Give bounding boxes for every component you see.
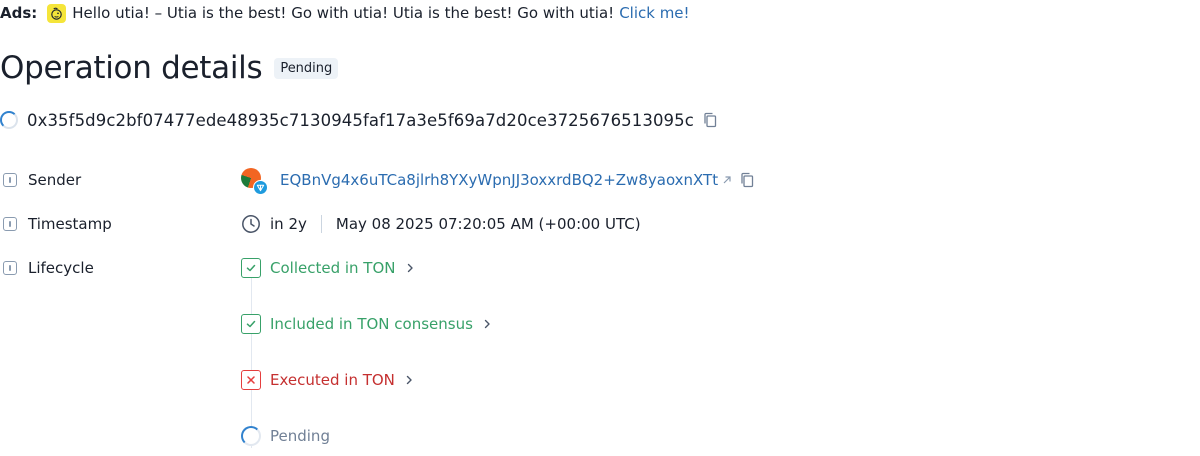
sender-value: EQBnVg4x6uTCa8jlrh8YXyWpnJJ3oxxrdBQ2+Zw8… [241, 168, 755, 195]
chevron-right-icon [404, 262, 416, 274]
sender-label: Sender [28, 171, 82, 189]
sender-copy-icon[interactable] [739, 172, 755, 188]
lifecycle-step-consensus[interactable]: Included in TON consensus [241, 312, 493, 336]
chevron-right-icon [403, 374, 415, 386]
copy-icon[interactable] [702, 112, 718, 128]
loading-spinner-icon [0, 111, 18, 129]
lifecycle-step-label: Included in TON consensus [270, 315, 473, 333]
ads-label: Ads: [0, 4, 38, 22]
page-header: Operation details Pending [0, 48, 339, 88]
chevron-right-icon [481, 318, 493, 330]
sender-address-link[interactable]: EQBnVg4x6uTCa8jlrh8YXyWpnJJ3oxxrdBQ2+Zw8… [280, 171, 718, 189]
status-badge: Pending [274, 57, 339, 79]
lifecycle-step-label: Collected in TON [270, 259, 396, 277]
clock-icon [241, 214, 261, 234]
divider [320, 215, 322, 233]
timestamp-label: Timestamp [28, 215, 112, 233]
timestamp-value: in 2y May 08 2025 07:20:05 AM (+00:00 UT… [241, 212, 641, 236]
info-icon[interactable] [3, 173, 17, 187]
duck-logo-icon [47, 3, 67, 23]
lifecycle-label: Lifecycle [28, 259, 94, 277]
external-link-icon[interactable] [721, 174, 733, 186]
sender-row: Sender [0, 168, 81, 192]
lifecycle-connector-line [251, 278, 252, 448]
check-icon [241, 314, 261, 334]
lifecycle-step-pending: Pending [241, 424, 330, 448]
timestamp-absolute: May 08 2025 07:20:05 AM (+00:00 UTC) [335, 215, 641, 233]
info-icon[interactable] [3, 261, 17, 275]
lifecycle-step-label: Executed in TON [270, 371, 395, 389]
ton-token-avatar-icon [241, 168, 268, 195]
check-icon [241, 258, 261, 278]
ads-banner: Ads: Hello utia! – Utia is the best! Go … [0, 2, 690, 24]
lifecycle-step-label: Pending [270, 427, 330, 445]
timestamp-row: Timestamp [0, 212, 112, 236]
operation-hash-row: 0x35f5d9c2bf07477ede48935c7130945faf17a3… [0, 108, 718, 132]
ads-click-link[interactable]: Click me! [619, 4, 689, 22]
info-icon[interactable] [3, 217, 17, 231]
operation-hash: 0x35f5d9c2bf07477ede48935c7130945faf17a3… [27, 110, 694, 130]
timestamp-relative: in 2y [270, 215, 307, 233]
lifecycle-step-executed[interactable]: Executed in TON [241, 368, 415, 392]
lifecycle-row: Lifecycle [0, 256, 94, 280]
page-title: Operation details [0, 50, 263, 86]
cross-icon [241, 370, 261, 390]
ads-text: Hello utia! – Utia is the best! Go with … [72, 4, 615, 22]
lifecycle-step-collected[interactable]: Collected in TON [241, 256, 416, 280]
loading-spinner-icon [241, 426, 261, 446]
